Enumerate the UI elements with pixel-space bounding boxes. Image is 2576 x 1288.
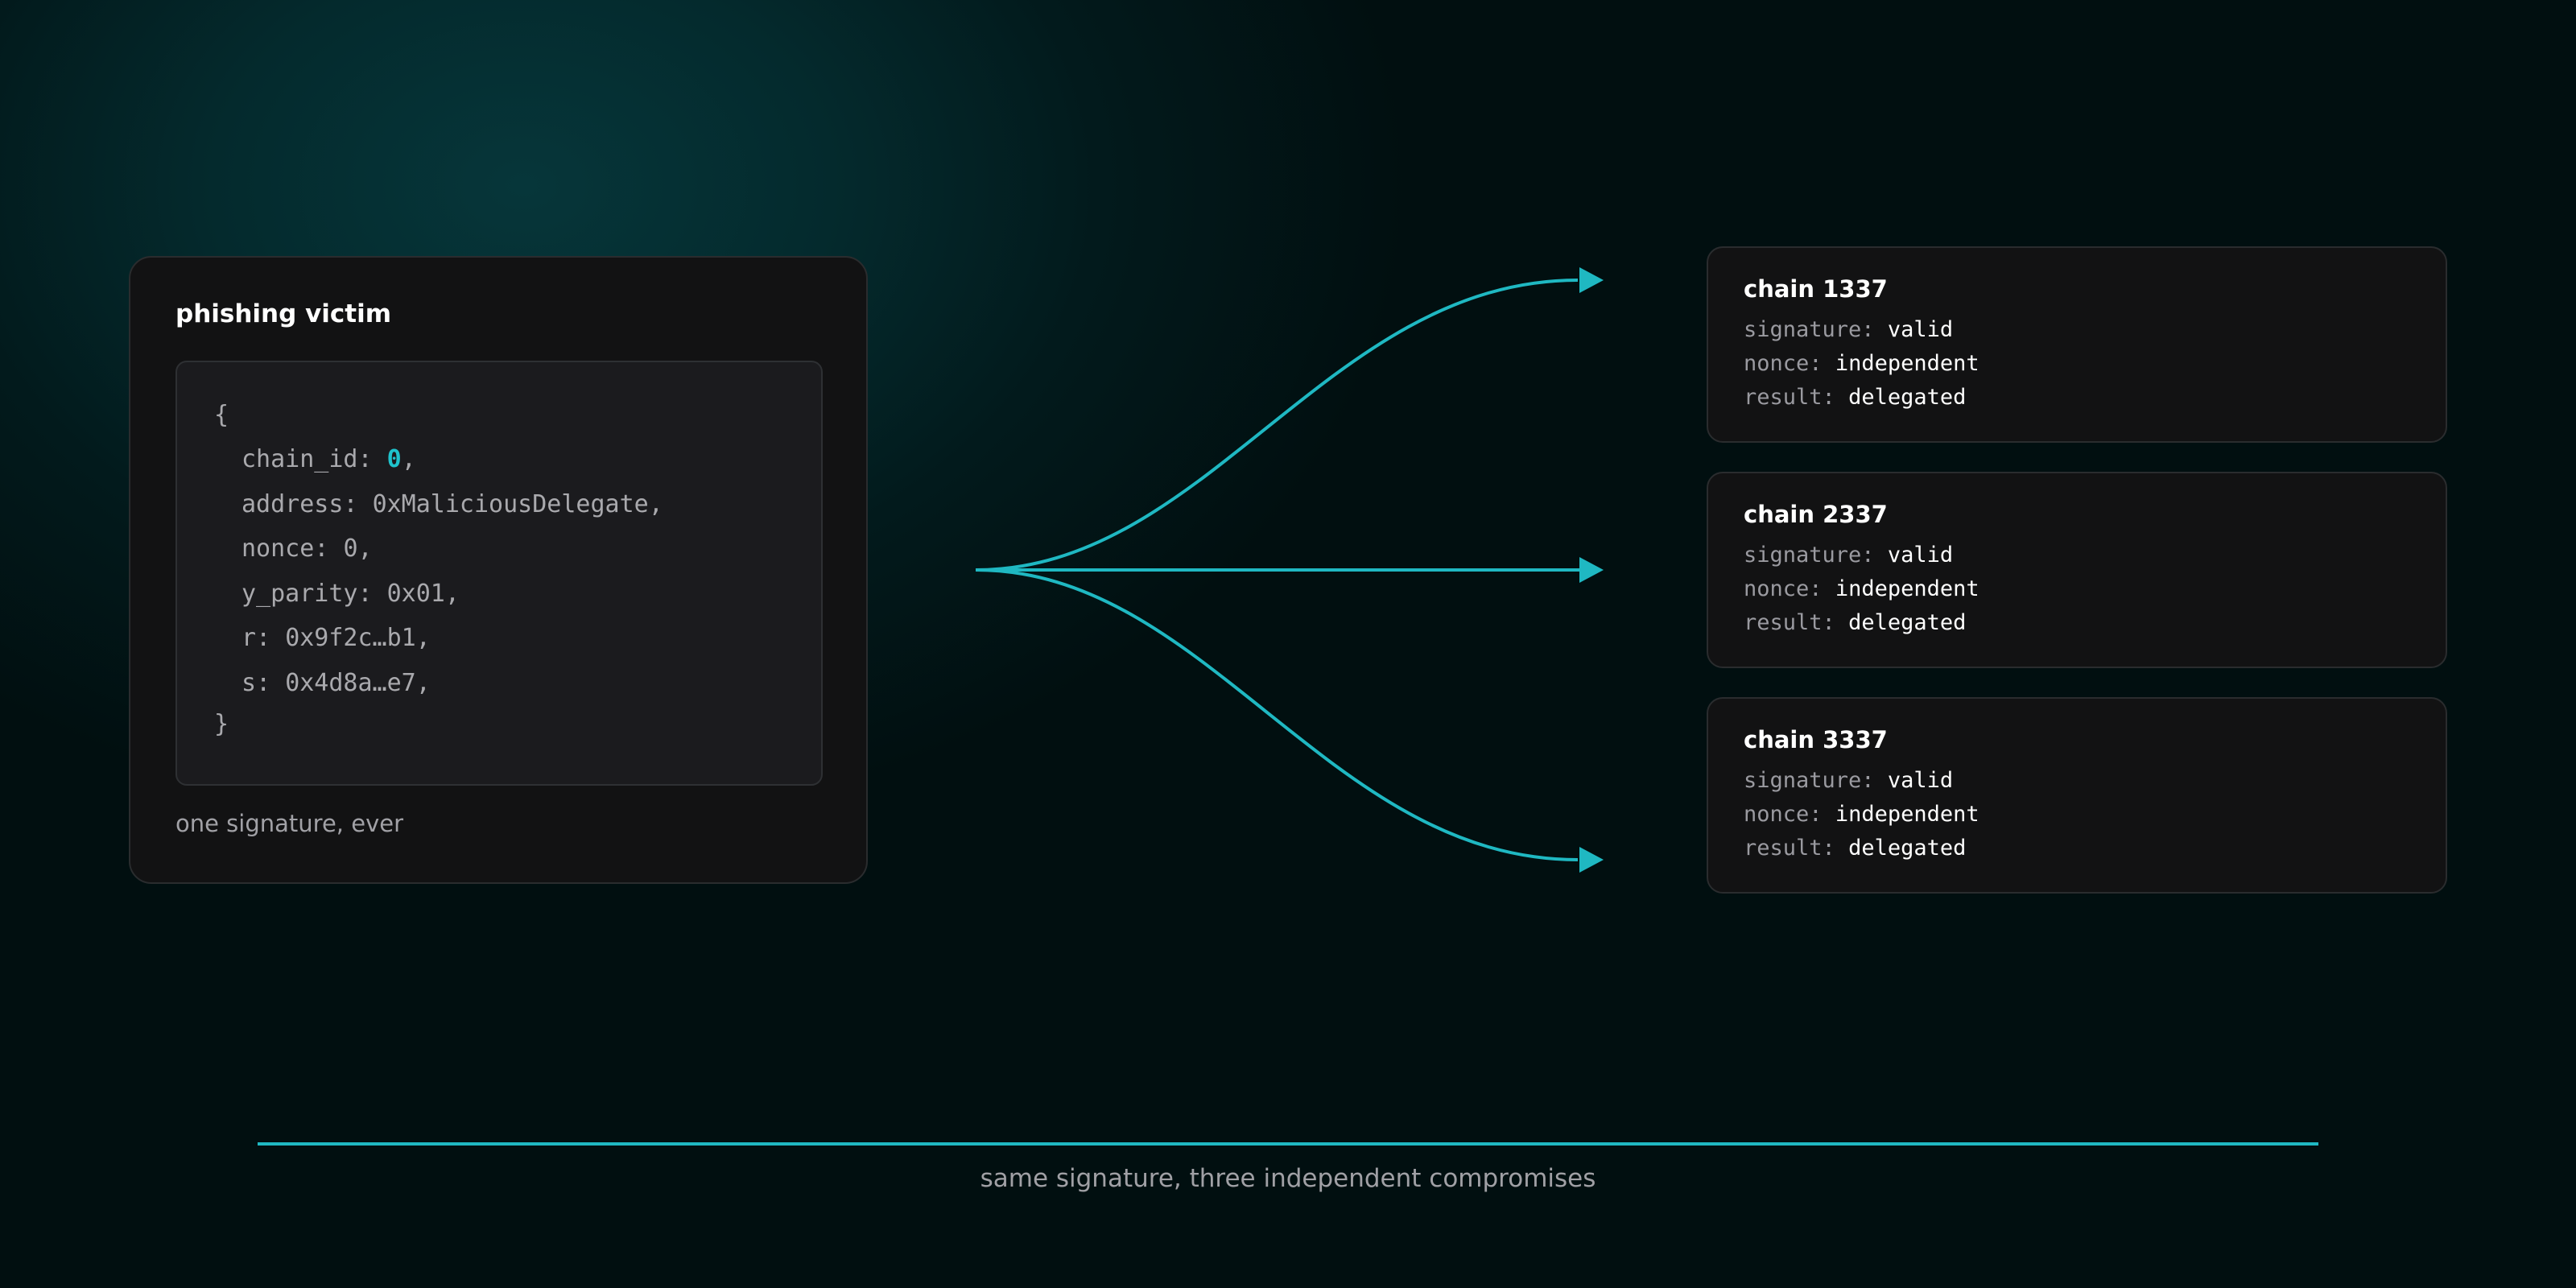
footer-caption: same signature, three independent compro… <box>980 1164 1596 1193</box>
arrow-to-chain-1337 <box>975 279 1579 572</box>
chain-row-value: independent <box>1835 351 1979 376</box>
chain-row-result: result: delegated <box>1744 836 1966 861</box>
chain-card-chain-1337: chain 1337 signature: valid nonce: indepen… <box>1707 246 2447 443</box>
chain-row-result: result: delegated <box>1744 610 1966 635</box>
chain-card-chain-3337: chain 3337 signature: valid nonce: indepen… <box>1707 697 2447 894</box>
arrowhead-chain-3337 <box>1579 847 1604 873</box>
code-field-nonce: nonce: 0, <box>242 535 373 563</box>
code-field-address: address: 0xMaliciousDelegate, <box>242 490 663 518</box>
code-key: address <box>242 490 344 518</box>
chain-title: chain 2337 <box>1744 501 1888 528</box>
chain-row-label: result: <box>1744 836 1835 861</box>
chain-row-value: valid <box>1887 317 1954 342</box>
code-field-s: s: 0x4d8a…e7, <box>242 669 431 697</box>
code-key: s <box>242 669 257 697</box>
code-key: y_parity <box>242 580 358 608</box>
code-key: nonce <box>242 535 315 563</box>
chain-title: chain 3337 <box>1744 726 1888 753</box>
chain-row-label: signature: <box>1744 317 1875 342</box>
chain-row-signature: signature: valid <box>1744 317 1953 342</box>
authorization-code-block: { chain_id: 0, address: 0xMaliciousDelega… <box>175 361 823 786</box>
chain-row-signature: signature: valid <box>1744 543 1953 568</box>
code-close-brace: } <box>214 710 229 738</box>
chain-row-label: result: <box>1744 610 1835 635</box>
chain-row-value: independent <box>1835 576 1979 601</box>
chain-row-label: nonce: <box>1744 351 1823 376</box>
code-value: 0x01 <box>386 580 445 608</box>
code-value: 0x9f2c…b1 <box>285 624 416 652</box>
victim-caption: one signature, ever <box>175 810 403 837</box>
divider-line <box>258 1142 2318 1146</box>
code-value: 0 <box>343 535 358 563</box>
chain-row-label: nonce: <box>1744 802 1823 827</box>
chain-row-label: signature: <box>1744 768 1875 793</box>
victim-title: phishing victim <box>175 299 392 328</box>
chain-row-value: delegated <box>1848 610 1967 635</box>
chain-row-label: result: <box>1744 385 1835 410</box>
code-value: 0xMaliciousDelegate <box>372 490 649 518</box>
chain-card-chain-2337: chain 2337 signature: valid nonce: indepen… <box>1707 472 2447 668</box>
chain-row-nonce: nonce: independent <box>1744 351 1979 376</box>
code-open-brace: { <box>214 401 229 429</box>
chain-row-value: delegated <box>1848 836 1967 861</box>
arrowhead-chain-2337 <box>1579 557 1604 583</box>
code-field-y-parity: y_parity: 0x01, <box>242 580 460 608</box>
arrow-to-chain-3337 <box>975 568 1579 861</box>
code-key: r <box>242 624 257 652</box>
victim-card: phishing victim { chain_id: 0, address: 0… <box>129 256 868 884</box>
code-value: 0x4d8a…e7 <box>285 669 416 697</box>
code-field-chain-id: chain_id: 0, <box>242 445 416 473</box>
chain-row-value: valid <box>1887 543 1954 568</box>
chain-row-result: result: delegated <box>1744 385 1966 410</box>
code-field-r: r: 0x9f2c…b1, <box>242 624 431 652</box>
chain-row-nonce: nonce: independent <box>1744 802 1979 827</box>
chain-title: chain 1337 <box>1744 275 1888 303</box>
chain-row-label: nonce: <box>1744 576 1823 601</box>
chain-row-value: valid <box>1887 768 1954 793</box>
chain-row-nonce: nonce: independent <box>1744 576 1979 601</box>
code-value: 0 <box>386 445 402 473</box>
arrowhead-chain-1337 <box>1579 267 1604 293</box>
chain-row-value: independent <box>1835 802 1979 827</box>
code-key: chain_id <box>242 445 358 473</box>
chain-row-label: signature: <box>1744 543 1875 568</box>
chain-row-value: delegated <box>1848 385 1967 410</box>
chain-row-signature: signature: valid <box>1744 768 1953 793</box>
